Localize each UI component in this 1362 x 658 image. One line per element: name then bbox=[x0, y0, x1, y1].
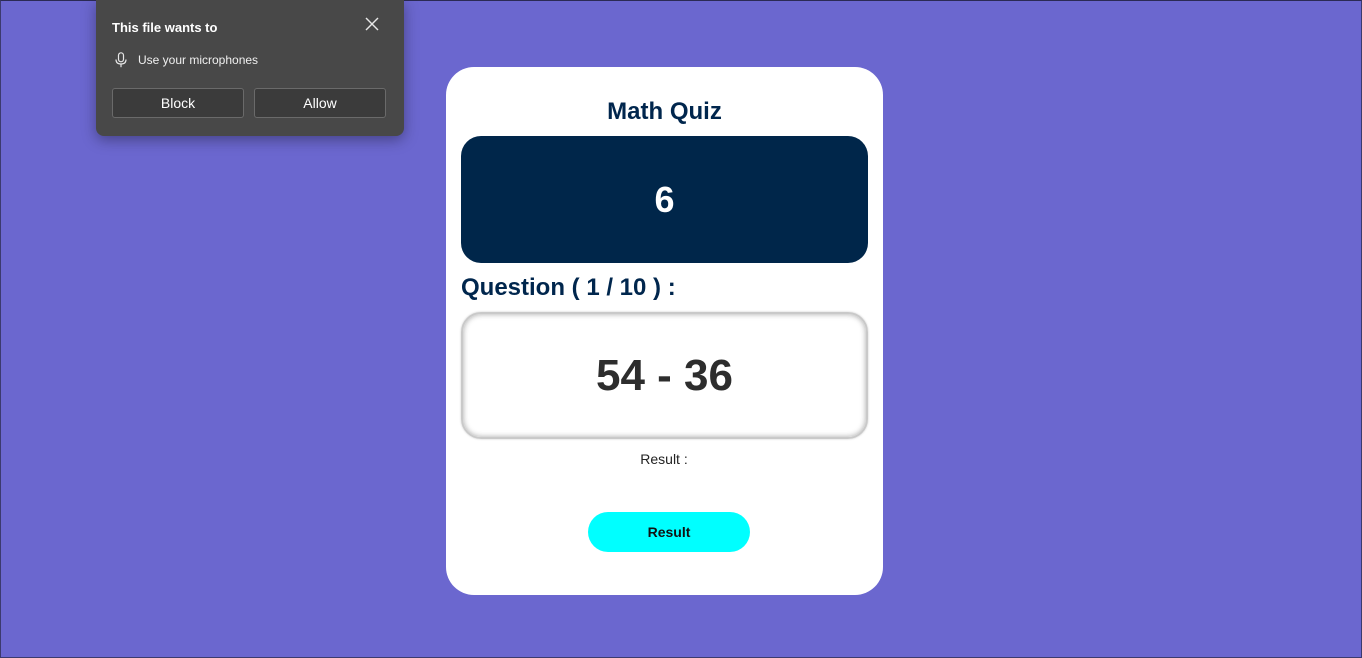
score-value: 6 bbox=[654, 178, 675, 220]
result-button[interactable]: Result bbox=[588, 512, 750, 552]
block-button[interactable]: Block bbox=[112, 88, 244, 118]
permission-text: Use your microphones bbox=[138, 53, 259, 67]
quiz-card: Math Quiz 6 Question ( 1 / 10 ) : 54 - 3… bbox=[446, 67, 883, 595]
result-label: Result : bbox=[640, 451, 688, 467]
microphone-icon bbox=[114, 52, 128, 68]
permission-item-microphone: Use your microphones bbox=[114, 52, 258, 68]
close-icon[interactable] bbox=[362, 14, 382, 34]
allow-button[interactable]: Allow bbox=[254, 88, 386, 118]
quiz-title: Math Quiz bbox=[607, 98, 722, 125]
question-label: Question ( 1 / 10 ) : bbox=[461, 274, 676, 301]
permission-popup: This file wants to Use your microphones … bbox=[96, 0, 404, 136]
question-display: 54 - 36 bbox=[461, 312, 868, 439]
question-text: 54 - 36 bbox=[596, 350, 733, 400]
permission-title: This file wants to bbox=[112, 20, 218, 35]
score-display: 6 bbox=[461, 136, 868, 263]
